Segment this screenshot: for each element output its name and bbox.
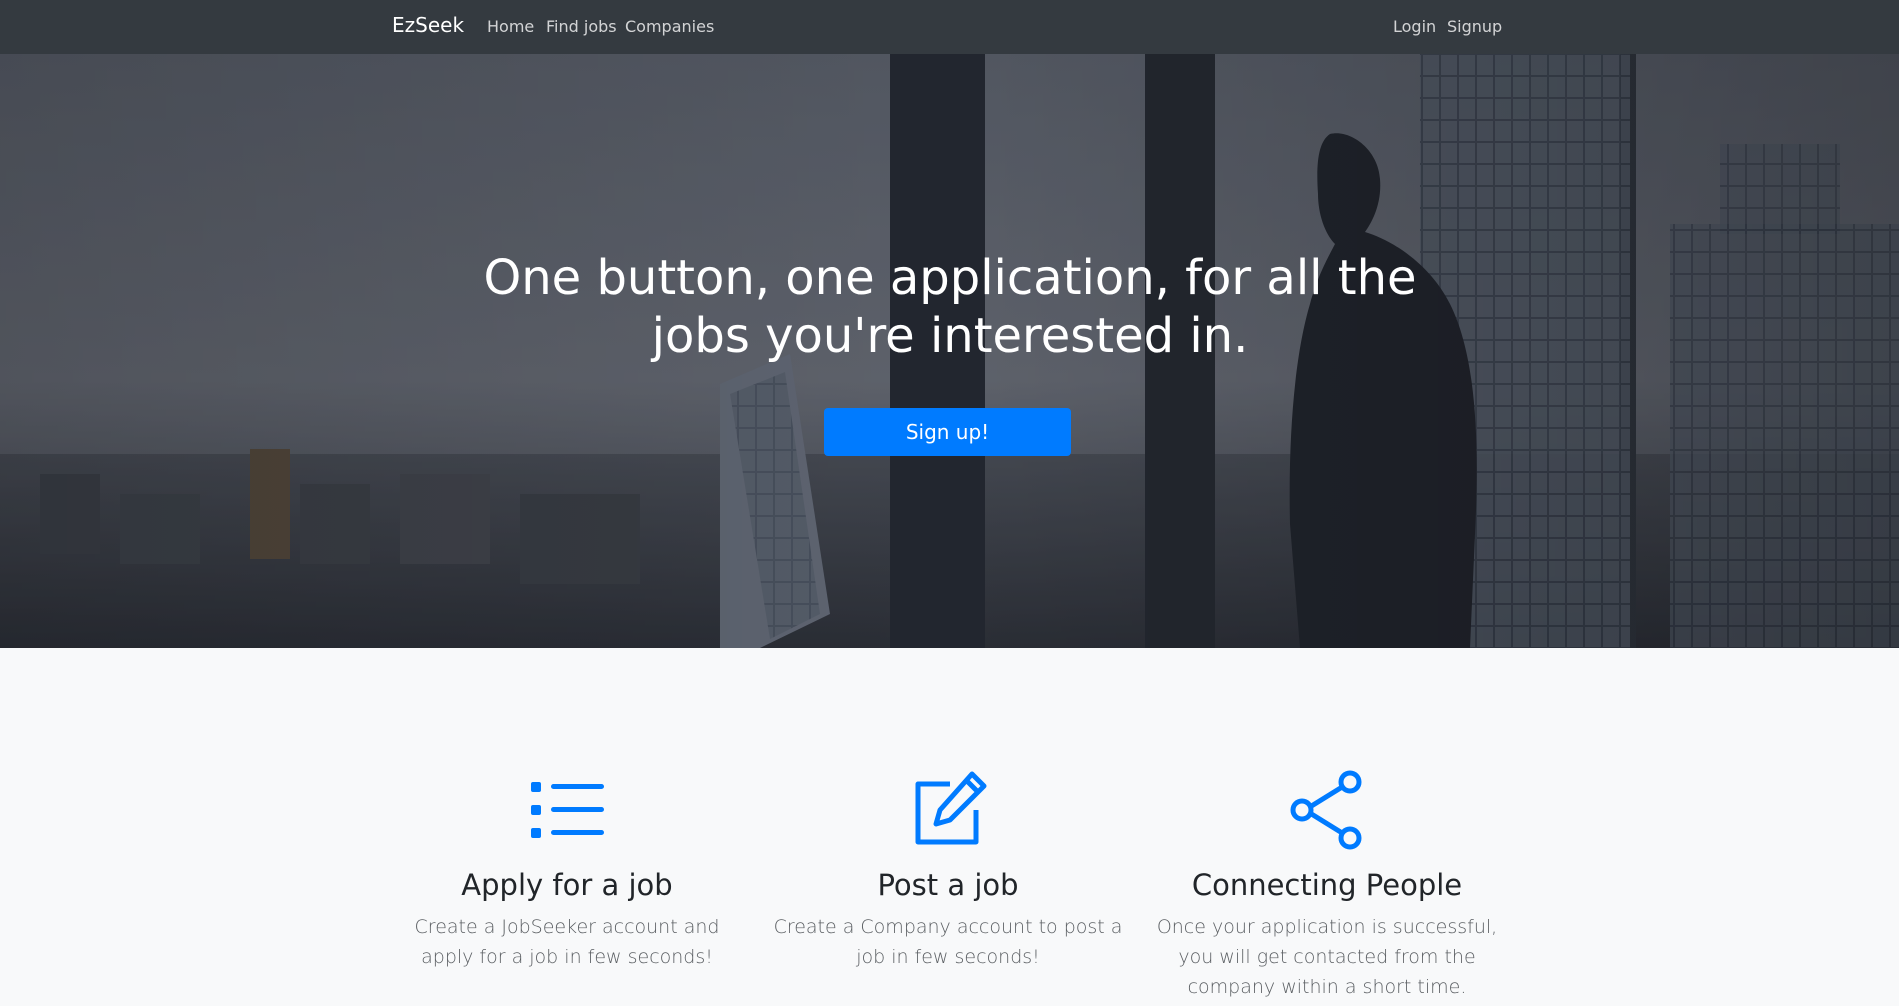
feature-apply-job: Apply for a job Create a JobSeeker accou… bbox=[377, 770, 757, 972]
hero-headline-line-2: jobs you're interested in. bbox=[651, 308, 1249, 364]
hero-section: One button, one application, for all the… bbox=[0, 54, 1899, 648]
nav-link-login[interactable]: Login bbox=[1393, 17, 1436, 36]
nav-link-find-jobs[interactable]: Find jobs bbox=[546, 17, 617, 36]
navbar: EzSeek Home Find jobs Companies Login Si… bbox=[0, 0, 1899, 54]
feature-description-line-1: Once your application is successful, bbox=[1156, 916, 1498, 938]
feature-description: Once your application is successful, you… bbox=[1137, 912, 1517, 1002]
feature-title: Apply for a job bbox=[461, 868, 673, 902]
list-icon bbox=[531, 782, 604, 838]
feature-description-line-2: apply for a job in few seconds! bbox=[421, 946, 713, 968]
brand-logo[interactable]: EzSeek bbox=[392, 13, 464, 37]
nav-link-home[interactable]: Home bbox=[487, 17, 534, 36]
share-icon bbox=[1290, 770, 1362, 850]
feature-description: Create a Company account to post a job i… bbox=[758, 912, 1138, 972]
feature-description-line-1: Create a JobSeeker account and bbox=[414, 916, 720, 938]
nav-link-signup[interactable]: Signup bbox=[1447, 17, 1502, 36]
feature-description: Create a JobSeeker account and apply for… bbox=[377, 912, 757, 972]
edit-icon bbox=[915, 771, 987, 845]
feature-description-line-1: Create a Company account to post a bbox=[773, 916, 1123, 938]
feature-connecting-people: Connecting People Once your application … bbox=[1137, 770, 1517, 1002]
feature-title: Post a job bbox=[877, 868, 1019, 902]
feature-post-job: Post a job Create a Company account to p… bbox=[758, 770, 1138, 972]
hero-headline: One button, one application, for all the… bbox=[450, 249, 1450, 365]
feature-title: Connecting People bbox=[1191, 868, 1463, 902]
hero-headline-line-1: One button, one application, for all the bbox=[483, 250, 1417, 306]
signup-button[interactable]: Sign up! bbox=[824, 408, 1071, 456]
feature-description-line-2: job in few seconds! bbox=[856, 946, 1040, 968]
nav-link-companies[interactable]: Companies bbox=[625, 17, 714, 36]
feature-description-line-2: you will get contacted from the bbox=[1178, 946, 1476, 968]
feature-description-line-3: company within a short time. bbox=[1187, 976, 1467, 998]
